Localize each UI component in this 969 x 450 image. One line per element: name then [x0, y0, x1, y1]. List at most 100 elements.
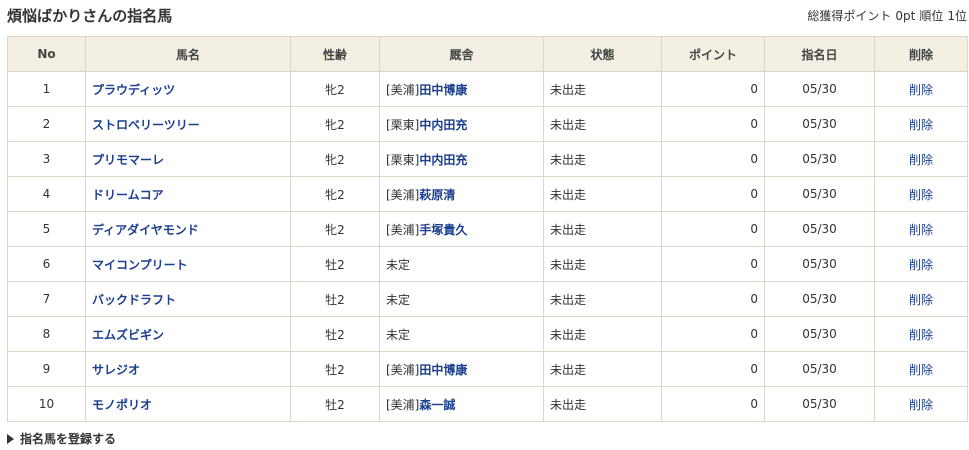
points-cell: 0 [661, 106, 765, 142]
delete-link[interactable]: 削除 [909, 223, 933, 237]
sex-age-cell: 牝2 [290, 141, 380, 177]
horse-name-cell: プリモマーレ [85, 141, 291, 177]
points-cell: 0 [661, 246, 765, 282]
horse-name-link[interactable]: ドリームコア [92, 188, 164, 202]
table-row: 8 エムズビギン 牡2 未定 未出走 0 05/30 削除 [7, 316, 968, 352]
delete-cell: 削除 [874, 71, 968, 107]
register-nomination-link[interactable]: 指名馬を登録する [7, 430, 116, 447]
column-header-stable: 厩舎 [379, 36, 544, 72]
points-cell: 0 [661, 281, 765, 317]
points-cell: 0 [661, 211, 765, 247]
horse-name-link[interactable]: プラウディッツ [92, 83, 175, 97]
stable-region: [美浦] [386, 362, 420, 377]
delete-cell: 削除 [874, 351, 968, 387]
row-number: 1 [7, 71, 86, 107]
column-header-sex-age: 性齢 [290, 36, 380, 72]
delete-cell: 削除 [874, 106, 968, 142]
column-header-nomination-date: 指名日 [764, 36, 875, 72]
page: 煩悩ばかりさんの指名馬 総獲得ポイント 0pt 順位 1位 No 馬名 性齢 厩舎 状… [0, 0, 969, 450]
delete-link[interactable]: 削除 [909, 328, 933, 342]
delete-cell: 削除 [874, 176, 968, 212]
stable-cell: [美浦]田中博康 [379, 351, 544, 387]
trainer-link[interactable]: 森一誠 [419, 398, 455, 412]
column-header-points: ポイント [661, 36, 765, 72]
table-row: 2 ストロベリーツリー 牝2 [栗東]中内田充 未出走 0 05/30 削除 [7, 106, 968, 142]
points-cell: 0 [661, 176, 765, 212]
table-row: 3 プリモマーレ 牝2 [栗東]中内田充 未出走 0 05/30 削除 [7, 141, 968, 177]
delete-link[interactable]: 削除 [909, 188, 933, 202]
points-cell: 0 [661, 386, 765, 422]
delete-link[interactable]: 削除 [909, 83, 933, 97]
delete-link[interactable]: 削除 [909, 258, 933, 272]
delete-cell: 削除 [874, 386, 968, 422]
status-cell: 未出走 [543, 141, 662, 177]
row-number: 3 [7, 141, 86, 177]
delete-link[interactable]: 削除 [909, 153, 933, 167]
sex-age-cell: 牝2 [290, 106, 380, 142]
trainer-link[interactable]: 田中博康 [419, 363, 467, 377]
table-row: 4 ドリームコア 牝2 [美浦]萩原清 未出走 0 05/30 削除 [7, 176, 968, 212]
horse-name-cell: モノポリオ [85, 386, 291, 422]
delete-link[interactable]: 削除 [909, 118, 933, 132]
rank-value: 1位 [947, 9, 967, 23]
points-cell: 0 [661, 71, 765, 107]
row-number: 8 [7, 316, 86, 352]
status-cell: 未出走 [543, 71, 662, 107]
stable-region: [美浦] [386, 222, 420, 237]
nominated-horses-table: No 馬名 性齢 厩舎 状態 ポイント 指名日 削除 1 プラウディッツ 牝2 … [7, 36, 968, 422]
sex-age-cell: 牝2 [290, 176, 380, 212]
horse-name-cell: エムズビギン [85, 316, 291, 352]
horse-name-link[interactable]: マイコンプリート [92, 258, 188, 272]
horse-name-link[interactable]: ディアダイヤモンド [92, 223, 199, 237]
stable-cell: [栗東]中内田充 [379, 141, 544, 177]
nomination-date-cell: 05/30 [764, 351, 875, 387]
horse-name-cell: ストロベリーツリー [85, 106, 291, 142]
status-cell: 未出走 [543, 316, 662, 352]
delete-link[interactable]: 削除 [909, 398, 933, 412]
sex-age-cell: 牝2 [290, 211, 380, 247]
status-cell: 未出走 [543, 211, 662, 247]
horse-name-cell: サレジオ [85, 351, 291, 387]
nomination-date-cell: 05/30 [764, 141, 875, 177]
sex-age-cell: 牡2 [290, 351, 380, 387]
sex-age-cell: 牡2 [290, 386, 380, 422]
points-cell: 0 [661, 316, 765, 352]
column-header-horse-name: 馬名 [85, 36, 291, 72]
delete-link[interactable]: 削除 [909, 293, 933, 307]
sex-age-cell: 牝2 [290, 71, 380, 107]
nomination-date-cell: 05/30 [764, 106, 875, 142]
trainer-link[interactable]: 萩原清 [419, 188, 455, 202]
trainer-link[interactable]: 田中博康 [419, 83, 467, 97]
delete-link[interactable]: 削除 [909, 363, 933, 377]
nomination-date-cell: 05/30 [764, 386, 875, 422]
column-header-delete: 削除 [874, 36, 968, 72]
column-header-no: No [7, 36, 86, 72]
horse-name-link[interactable]: サレジオ [92, 363, 140, 377]
stable-region: [栗東] [386, 152, 420, 167]
delete-cell: 削除 [874, 316, 968, 352]
nomination-date-cell: 05/30 [764, 176, 875, 212]
delete-cell: 削除 [874, 281, 968, 317]
horse-name-link[interactable]: バックドラフト [92, 293, 176, 307]
table-row: 6 マイコンプリート 牡2 未定 未出走 0 05/30 削除 [7, 246, 968, 282]
horse-name-link[interactable]: ストロベリーツリー [92, 118, 200, 132]
horse-name-cell: ディアダイヤモンド [85, 211, 291, 247]
stable-cell: [美浦]田中博康 [379, 71, 544, 107]
row-number: 2 [7, 106, 86, 142]
horse-name-cell: ドリームコア [85, 176, 291, 212]
row-number: 6 [7, 246, 86, 282]
horse-name-link[interactable]: プリモマーレ [92, 153, 164, 167]
total-points-label: 総獲得ポイント [807, 9, 892, 23]
nomination-date-cell: 05/30 [764, 211, 875, 247]
stable-cell: 未定 [379, 246, 544, 282]
stable-region: [美浦] [386, 397, 420, 412]
delete-cell: 削除 [874, 141, 968, 177]
trainer-link[interactable]: 中内田充 [419, 153, 467, 167]
horse-name-link[interactable]: エムズビギン [92, 328, 164, 342]
trainer-link[interactable]: 中内田充 [419, 118, 467, 132]
trainer-link[interactable]: 手塚貴久 [419, 223, 467, 237]
nomination-date-cell: 05/30 [764, 71, 875, 107]
delete-cell: 削除 [874, 211, 968, 247]
triangle-right-icon [7, 434, 14, 444]
horse-name-link[interactable]: モノポリオ [92, 398, 152, 412]
